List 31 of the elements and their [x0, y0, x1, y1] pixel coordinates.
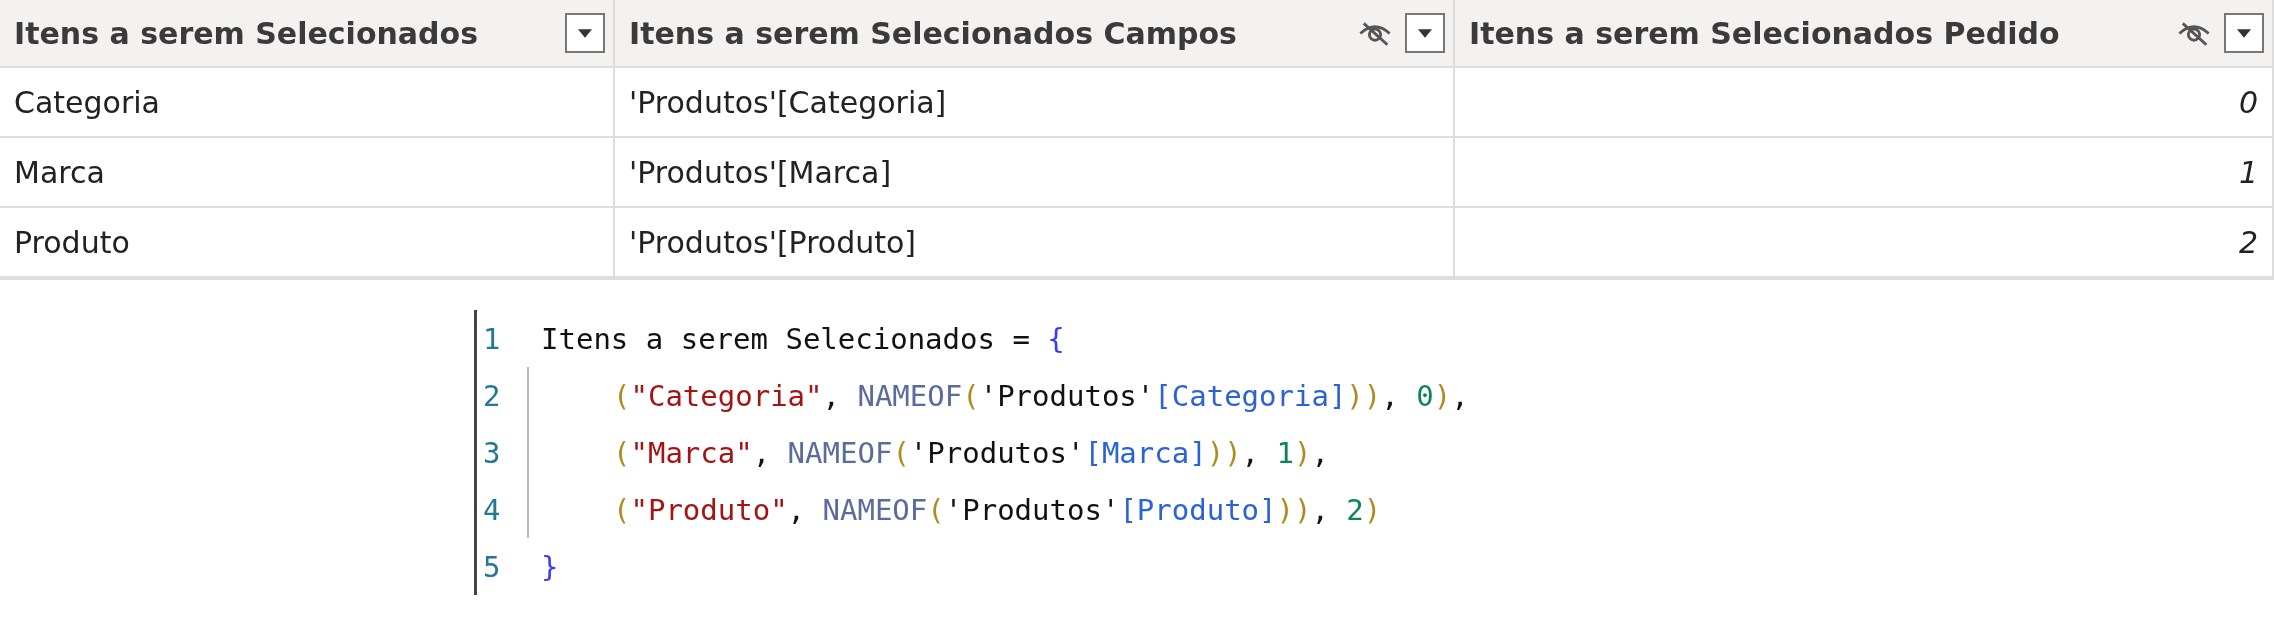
column-title: Itens a serem Selecionados Campos: [629, 15, 1237, 51]
table-cell: Marca: [0, 138, 615, 208]
filter-dropdown-button[interactable]: [565, 13, 605, 53]
code-line: }: [541, 548, 559, 586]
line-number: 3: [482, 434, 502, 472]
column-header[interactable]: Itens a serem Selecionados Pedido: [1455, 0, 2274, 68]
caret-icon: [578, 28, 592, 38]
table-cell: 'Produtos'[Produto]: [615, 208, 1455, 278]
filter-dropdown-button[interactable]: [1405, 13, 1445, 53]
column-header[interactable]: Itens a serem Selecionados: [0, 0, 615, 68]
caret-icon: [1418, 28, 1432, 38]
code-line: ("Marca", NAMEOF('Produtos'[Marca])), 1),: [613, 434, 1329, 472]
table-cell: Categoria: [0, 68, 615, 138]
column-title: Itens a serem Selecionados: [14, 15, 479, 51]
column-header[interactable]: Itens a serem Selecionados Campos: [615, 0, 1455, 68]
table-cell: 2: [1455, 208, 2274, 278]
caret-icon: [2237, 28, 2251, 38]
code-line: ("Categoria", NAMEOF('Produtos'[Categoria])), 0),: [613, 377, 1469, 415]
line-number: 2: [482, 377, 502, 415]
code-line: ("Produto", NAMEOF('Produtos'[Produto])), 2): [613, 491, 1382, 529]
line-number: 5: [482, 548, 502, 586]
line-number: 1: [482, 320, 502, 358]
table-cell: 0: [1455, 68, 2274, 138]
filter-dropdown-button[interactable]: [2224, 13, 2264, 53]
table-cell: 'Produtos'[Marca]: [615, 138, 1455, 208]
line-number: 4: [482, 491, 502, 529]
column-title: Itens a serem Selecionados Pedido: [1469, 15, 2060, 51]
table-cell: Produto: [0, 208, 615, 278]
table-cell: 1: [1455, 138, 2274, 208]
code-line: Itens a serem Selecionados = {: [541, 320, 1065, 358]
table-cell: 'Produtos'[Categoria]: [615, 68, 1455, 138]
